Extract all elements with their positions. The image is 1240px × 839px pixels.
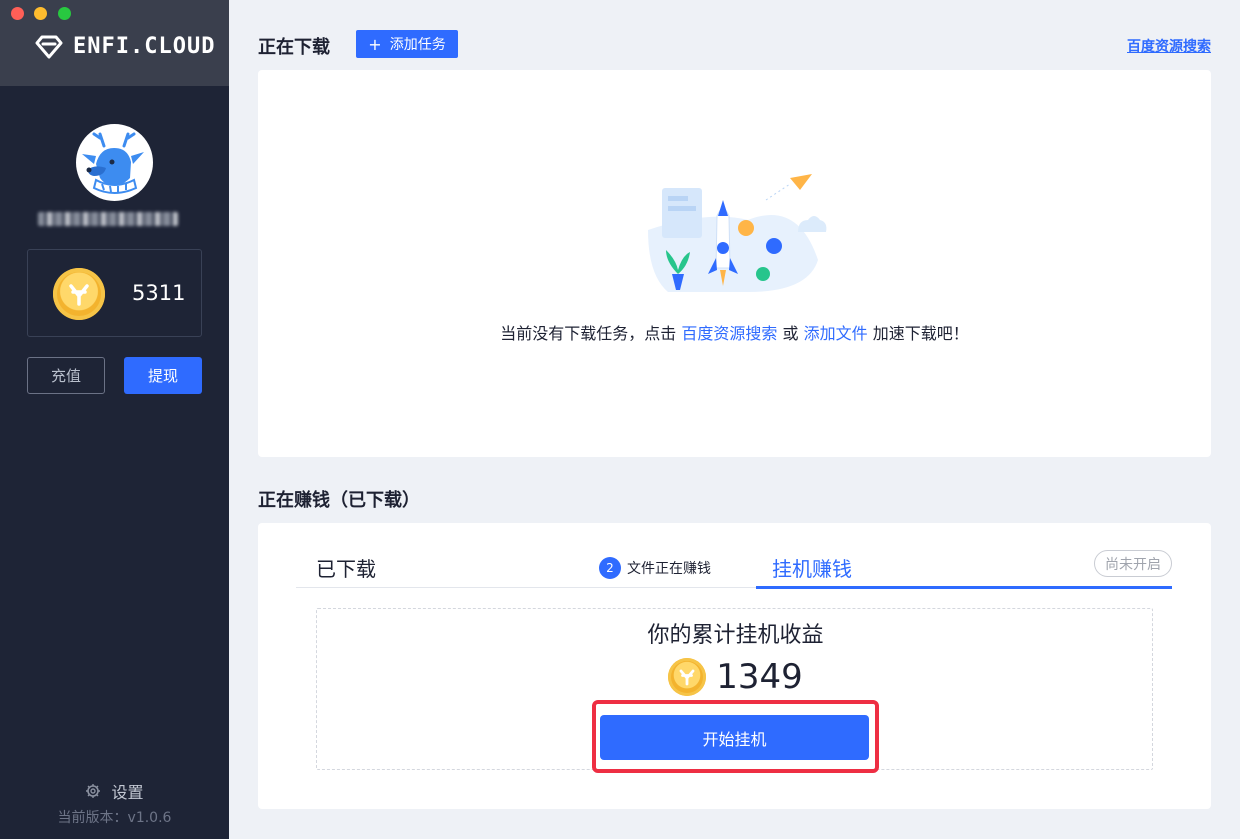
empty-add-file-link[interactable]: 添加文件 xyxy=(804,324,868,343)
total-earnings-row: 1349 xyxy=(317,657,1154,697)
gear-icon xyxy=(86,784,101,798)
total-earnings-title: 你的累计挂机收益 xyxy=(647,623,824,648)
version-label: 当前版本：v1.0.6 xyxy=(57,810,172,826)
withdraw-button[interactable]: 提现 xyxy=(124,357,202,394)
status-badge: 尚未开启 xyxy=(1094,550,1172,577)
tab-hang-earning[interactable]: 挂机赚钱 xyxy=(772,553,852,582)
window-zoom-button[interactable] xyxy=(58,7,71,20)
earning-files-badge: 2 文件正在赚钱 xyxy=(599,557,711,579)
balance-card: 5311 xyxy=(27,249,202,337)
avatar[interactable] xyxy=(76,124,153,201)
sidebar: ENFI.CLOUD 5311 充值 提现 设置 当前版本：v1.0.6 xyxy=(0,0,229,839)
app-logo-text: ENFI.CLOUD xyxy=(73,34,216,59)
start-hang-button[interactable]: 开始挂机 xyxy=(600,715,869,760)
coin-icon xyxy=(668,658,707,696)
logo-bar: ENFI.CLOUD xyxy=(0,0,229,86)
window-minimize-button[interactable] xyxy=(34,7,47,20)
balance-value: 5311 xyxy=(132,281,186,305)
earning-card: 已下载 2 文件正在赚钱 挂机赚钱 尚未开启 你的累计挂机收益 1349 开始挂… xyxy=(258,523,1211,809)
coin-icon xyxy=(53,268,105,320)
diamond-logo-icon xyxy=(35,35,63,58)
tab-downloaded[interactable]: 已下载 xyxy=(316,553,376,582)
earning-title: 正在赚钱（已下载） xyxy=(258,490,420,511)
earning-files-label: 文件正在赚钱 xyxy=(627,561,711,577)
total-earnings-value: 1349 xyxy=(716,657,803,697)
settings-label: 设置 xyxy=(111,783,144,802)
empty-state-illustration xyxy=(648,170,828,299)
window-close-button[interactable] xyxy=(11,7,24,20)
download-card: 当前没有下载任务，点击 百度资源搜索 或 添加文件 加速下载吧！ xyxy=(258,70,1211,457)
baidu-search-link[interactable]: 百度资源搜索 xyxy=(1127,36,1211,56)
tab-active-indicator xyxy=(756,586,1172,589)
add-task-label: 添加任务 xyxy=(389,37,446,53)
deer-avatar-icon xyxy=(82,132,144,194)
empty-message: 当前没有下载任务，点击 百度资源搜索 或 添加文件 加速下载吧！ xyxy=(500,324,969,343)
add-task-button[interactable]: + 添加任务 xyxy=(356,30,458,58)
plus-icon: + xyxy=(368,34,382,54)
app-logo: ENFI.CLOUD xyxy=(34,34,215,59)
settings-link[interactable]: 设置 xyxy=(0,779,229,803)
username-blurred xyxy=(38,212,178,226)
earning-files-count: 2 xyxy=(599,557,621,579)
downloading-title: 正在下载 xyxy=(258,37,330,58)
empty-search-link[interactable]: 百度资源搜索 xyxy=(681,324,777,343)
recharge-button[interactable]: 充值 xyxy=(27,357,105,394)
